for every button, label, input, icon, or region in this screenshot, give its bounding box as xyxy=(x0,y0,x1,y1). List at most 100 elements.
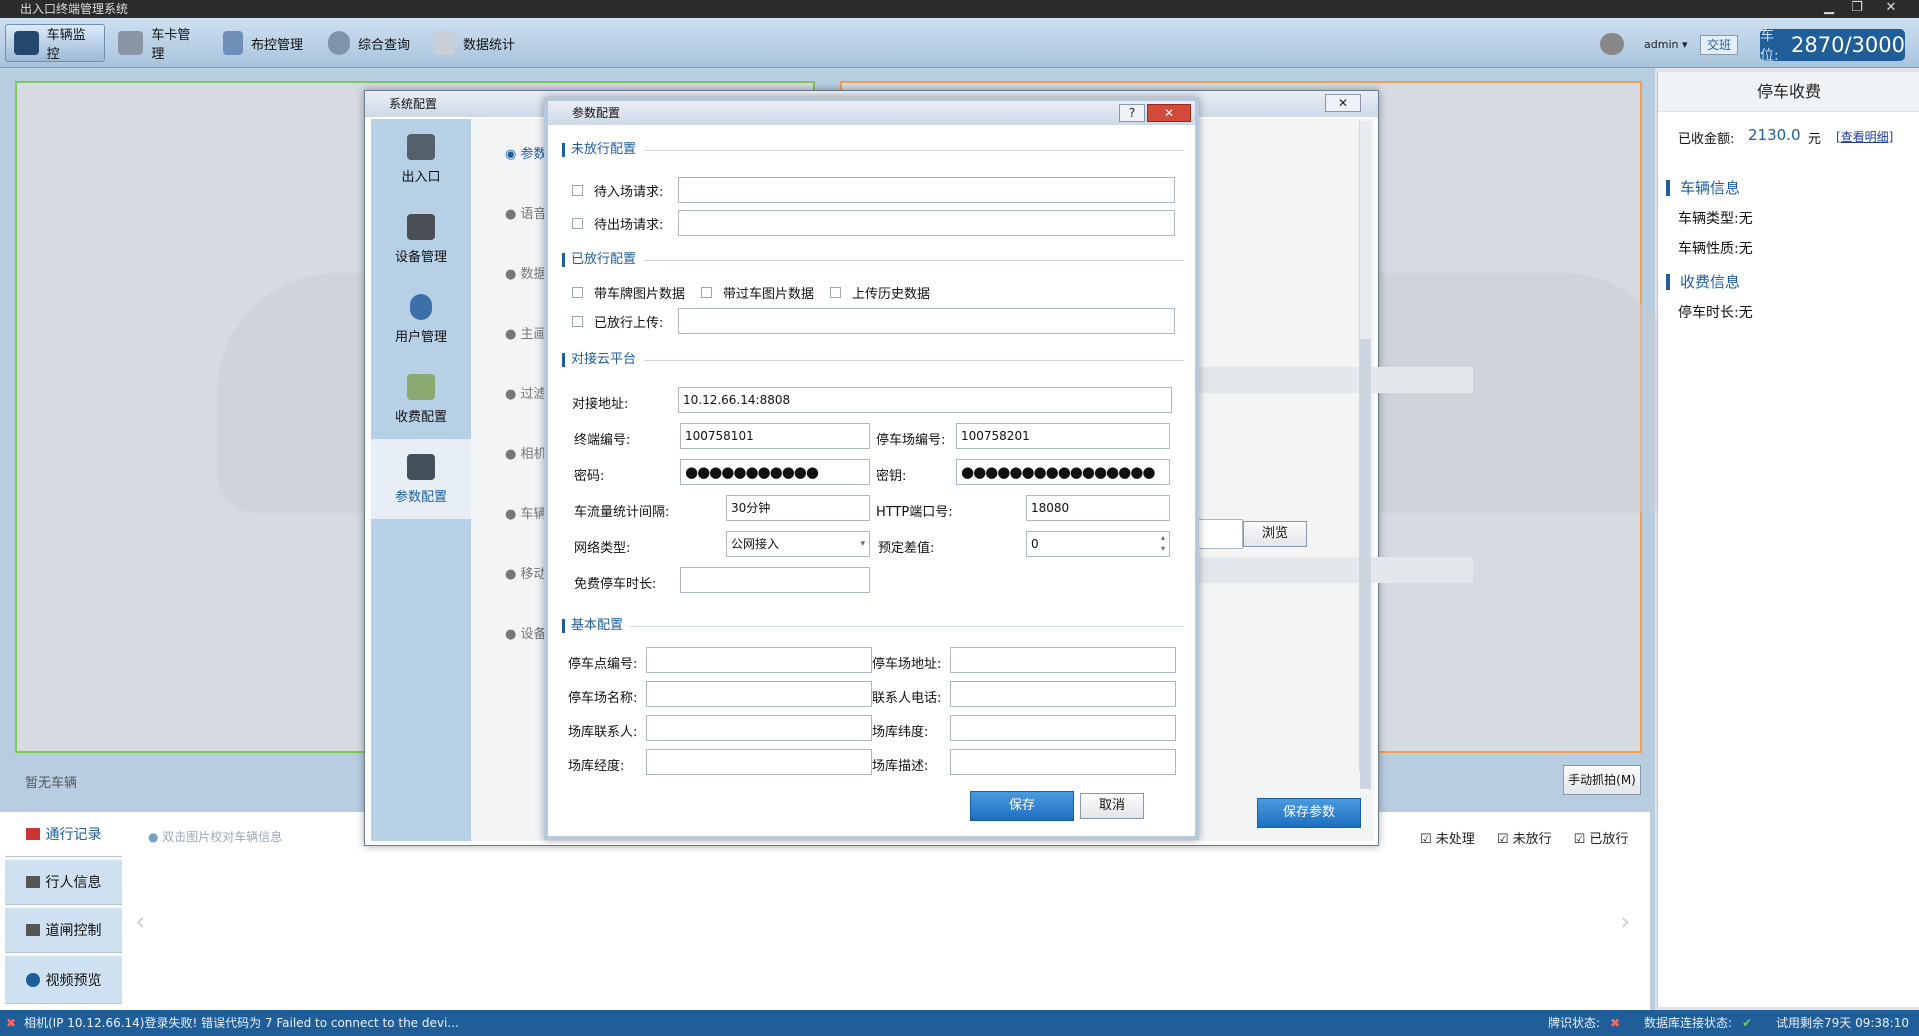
fee-info-heading: 收费信息 xyxy=(1666,274,1740,290)
reserve-diff-stepper[interactable]: 0 ▴ ▾ xyxy=(1026,531,1170,557)
lot-number-input[interactable]: 100758201 xyxy=(956,423,1170,449)
close-window-button[interactable]: ✕ xyxy=(1871,0,1911,18)
checkbox-history-upload[interactable] xyxy=(830,287,841,298)
longitude-input[interactable] xyxy=(646,749,872,775)
nav-fee-config[interactable]: 收费配置 xyxy=(371,359,471,439)
checkbox-pass-image[interactable] xyxy=(701,287,712,298)
prev-arrow-icon[interactable]: ‹ xyxy=(135,907,145,937)
scrollbar[interactable] xyxy=(1359,121,1371,789)
row-shade xyxy=(1195,367,1473,393)
option-label: 过滤 xyxy=(520,387,547,402)
user-icon[interactable] xyxy=(1600,33,1624,55)
parking-duration: 停车时长:无 xyxy=(1678,305,1753,321)
address-input[interactable]: 10.12.66.14:8808 xyxy=(678,387,1172,413)
tab-video-preview[interactable]: 视频预览 xyxy=(5,956,122,1004)
lot-name-label: 停车场名称: xyxy=(568,691,638,706)
point-number-input[interactable] xyxy=(646,647,872,673)
http-port-input[interactable]: 18080 xyxy=(1026,495,1170,521)
group-cloud-platform: 对接云平台 xyxy=(562,353,636,367)
enter-request-input[interactable] xyxy=(678,177,1175,203)
close-icon[interactable]: ✕ xyxy=(1147,104,1191,122)
terminal-input[interactable]: 100758101 xyxy=(680,423,870,449)
checkbox-plate-image[interactable] xyxy=(572,287,583,298)
contact-phone-input[interactable] xyxy=(950,681,1176,707)
latitude-input[interactable] xyxy=(950,715,1176,741)
nav-label: 参数配置 xyxy=(394,489,447,505)
tab-pedestrian-info[interactable]: 行人信息 xyxy=(5,860,122,905)
lot-address-input[interactable] xyxy=(950,647,1176,673)
lot-address-label: 停车场地址: xyxy=(872,657,942,672)
free-parking-input[interactable] xyxy=(680,567,870,593)
released-upload-input[interactable] xyxy=(678,308,1175,334)
record-icon xyxy=(25,828,40,840)
checkbox-exit-request[interactable] xyxy=(572,218,583,229)
key-input[interactable]: ●●●●●●●●●●●●●●●● xyxy=(956,459,1170,485)
tab-pass-records[interactable]: 通行记录 xyxy=(5,812,122,857)
search-icon xyxy=(328,31,350,55)
option-params[interactable]: ◉ 参数 xyxy=(505,143,547,162)
filter-label: 已放行 xyxy=(1589,832,1629,847)
gate-icon xyxy=(407,133,435,160)
option-filter[interactable]: ● 过滤 xyxy=(505,383,547,402)
shift-button[interactable]: 交班 xyxy=(1700,35,1738,55)
stepper-arrows-icon[interactable]: ▴ ▾ xyxy=(1161,532,1165,554)
nav-device-management[interactable]: 设备管理 xyxy=(371,199,471,279)
toolbar-vehicle-monitor[interactable]: 车辆监控 xyxy=(5,24,105,62)
option-vehicle[interactable]: ● 车辆 xyxy=(505,503,547,522)
lot-contact-input[interactable] xyxy=(646,715,872,741)
lot-name-input[interactable] xyxy=(646,681,872,707)
option-data[interactable]: ● 数据 xyxy=(505,263,547,282)
people-icon xyxy=(25,876,40,888)
option-label: 车辆 xyxy=(520,507,547,522)
toolbar-query[interactable]: 综合查询 xyxy=(320,24,420,62)
manual-capture-button[interactable]: 手动抓拍(M) xyxy=(1563,765,1641,795)
next-arrow-icon[interactable]: › xyxy=(1620,907,1630,937)
hint-label: 双击图片校对车辆信息 xyxy=(162,830,283,844)
option-mobile[interactable]: ● 移动 xyxy=(505,563,547,582)
interval-label: 车流量统计间隔: xyxy=(574,505,670,520)
toolbar-label: 综合查询 xyxy=(358,37,411,53)
nav-entry-exit[interactable]: 出入口 xyxy=(371,119,471,199)
save-button[interactable]: 保存 xyxy=(970,791,1074,821)
tab-label: 视频预览 xyxy=(45,972,102,989)
checkbox-enter-request[interactable] xyxy=(572,185,583,196)
path-input[interactable] xyxy=(1195,519,1243,549)
network-type-select[interactable]: 公网接入 ▾ xyxy=(726,531,870,557)
help-icon[interactable]: ? xyxy=(1119,104,1145,122)
toolbar-control-management[interactable]: 布控管理 xyxy=(215,24,315,62)
play-icon xyxy=(25,972,40,987)
camera-icon xyxy=(14,31,39,55)
group-divider xyxy=(644,150,1184,151)
toolbar-card-management[interactable]: 车卡管理 xyxy=(110,24,210,62)
option-main-screen[interactable]: ● 主画 xyxy=(505,323,547,342)
description-input[interactable] xyxy=(950,749,1176,775)
restore-button[interactable]: ❐ xyxy=(1843,0,1871,18)
option-label: 相机 xyxy=(520,447,547,462)
checkbox-released-upload[interactable] xyxy=(572,316,583,327)
filter-not-released[interactable]: ☑ 未放行 xyxy=(1497,828,1552,847)
window-title: 出入口终端管理系统 xyxy=(20,2,129,16)
scrollbar-thumb[interactable] xyxy=(1360,339,1371,789)
filter-released[interactable]: ☑ 已放行 xyxy=(1574,828,1629,847)
toolbar-statistics[interactable]: 数据统计 xyxy=(425,24,525,62)
option-label: 主画 xyxy=(520,327,547,342)
option-voice[interactable]: ● 语音 xyxy=(505,203,547,222)
admin-menu[interactable]: admin ▾ xyxy=(1644,38,1688,51)
save-params-button[interactable]: 保存参数 xyxy=(1257,798,1361,828)
user-icon xyxy=(410,293,432,320)
minimize-button[interactable]: ▁ xyxy=(1815,0,1843,18)
exit-request-input[interactable] xyxy=(678,210,1175,236)
exit-request-label: 待出场请求: xyxy=(594,218,664,233)
cancel-button[interactable]: 取消 xyxy=(1080,793,1144,819)
nav-user-management[interactable]: 用户管理 xyxy=(371,279,471,359)
nav-param-config[interactable]: 参数配置 xyxy=(371,439,471,519)
tab-gate-control[interactable]: 道闸控制 xyxy=(5,908,122,953)
interval-input[interactable]: 30分钟 xyxy=(726,495,870,521)
browse-button[interactable]: 浏览 xyxy=(1243,521,1307,547)
close-icon[interactable]: ✕ xyxy=(1325,94,1361,112)
option-camera[interactable]: ● 相机 xyxy=(505,443,547,462)
password-input[interactable]: ●●●●●●●●●●● xyxy=(680,459,870,485)
view-detail-link[interactable]: [查看明细] xyxy=(1836,128,1893,145)
filter-unprocessed[interactable]: ☑ 未处理 xyxy=(1420,828,1475,847)
option-device[interactable]: ● 设备 xyxy=(505,623,547,642)
